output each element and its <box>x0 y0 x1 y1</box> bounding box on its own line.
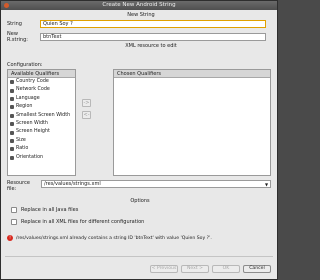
close-icon[interactable] <box>4 3 9 8</box>
qualifier-smallest-screen-width[interactable]: Smallest Screen Width <box>8 112 75 120</box>
error-row: ! /res/values/strings.xml already contai… <box>7 235 212 241</box>
string-input[interactable]: Quien Soy ? <box>40 20 266 28</box>
language-icon <box>10 96 14 101</box>
configuration-label: Configuration: <box>7 62 43 68</box>
qualifier-ratio[interactable]: Ratio <box>8 145 75 153</box>
error-icon: ! <box>7 235 13 241</box>
screen-height-icon <box>10 130 14 135</box>
qualifier-country-code[interactable]: Country Code <box>8 78 75 86</box>
network-code-icon <box>10 88 14 93</box>
replace-java-checkbox-row[interactable]: Replace in all Java files <box>11 207 78 213</box>
rstring-row: New R.string: btnText <box>7 31 266 43</box>
replace-xml-label: Replace in all XML files for different c… <box>21 219 145 225</box>
chosen-qualifiers-list[interactable]: Chosen Qualifiers <box>113 69 271 176</box>
screen-width-icon <box>10 122 14 127</box>
error-message: /res/values/strings.xml already contains… <box>16 235 212 241</box>
available-qualifiers-header: Available Qualifiers <box>8 70 75 78</box>
window-title: Create New Android String <box>102 2 176 8</box>
ok-button[interactable]: OK <box>212 265 240 273</box>
remove-qualifier-button[interactable]: <- <box>82 111 91 119</box>
cancel-button[interactable]: Cancel <box>243 265 271 273</box>
add-qualifier-button[interactable]: -> <box>82 99 91 107</box>
replace-xml-checkbox[interactable] <box>11 219 17 225</box>
region-icon <box>10 105 14 110</box>
qualifier-language[interactable]: Language <box>8 95 75 103</box>
string-row: String Quien Soy ? <box>7 20 266 28</box>
ratio-icon <box>10 147 14 152</box>
bottom-divider <box>5 256 273 257</box>
qualifier-network-code[interactable]: Network Code <box>8 86 75 94</box>
size-icon <box>10 138 14 143</box>
qualifier-screen-height[interactable]: Screen Height <box>8 128 75 136</box>
options-section-title: Options <box>130 198 150 204</box>
title-bar: Create New Android String <box>1 1 277 10</box>
chevron-down-icon: ▼ <box>264 182 269 187</box>
replace-xml-checkbox-row[interactable]: Replace in all XML files for different c… <box>11 219 144 225</box>
qualifier-size[interactable]: Size <box>8 137 75 145</box>
xml-section-title: XML resource to edit <box>125 43 177 49</box>
replace-java-label: Replace in all Java files <box>21 207 79 213</box>
new-string-section-title: New String <box>127 12 155 18</box>
previous-button[interactable]: < Previous <box>150 265 178 273</box>
country-code-icon <box>10 80 14 85</box>
resource-file-combo[interactable]: /res/values/strings.xml ▼ <box>41 180 271 188</box>
orientation-icon <box>10 155 14 160</box>
qualifier-orientation[interactable]: Orientation <box>8 154 75 162</box>
available-qualifiers-list[interactable]: Available Qualifiers Country Code Networ… <box>7 69 76 176</box>
qualifier-region[interactable]: Region <box>8 103 75 111</box>
smallest-screen-width-icon <box>10 113 14 118</box>
dialog-window: Create New Android String New String Str… <box>0 0 278 280</box>
qualifier-screen-width[interactable]: Screen Width <box>8 120 75 128</box>
string-label: String <box>7 21 22 27</box>
resource-file-row: Resource file: <box>7 180 40 192</box>
resource-file-value: /res/values/strings.xml <box>44 181 101 187</box>
resource-file-label: Resource file: <box>7 180 30 192</box>
rstring-label: New R.string: <box>7 31 28 43</box>
next-button[interactable]: Next > <box>181 265 209 273</box>
replace-java-checkbox[interactable] <box>11 207 17 213</box>
chosen-qualifiers-header: Chosen Qualifiers <box>114 70 270 78</box>
rstring-input[interactable]: btnText <box>40 33 266 41</box>
